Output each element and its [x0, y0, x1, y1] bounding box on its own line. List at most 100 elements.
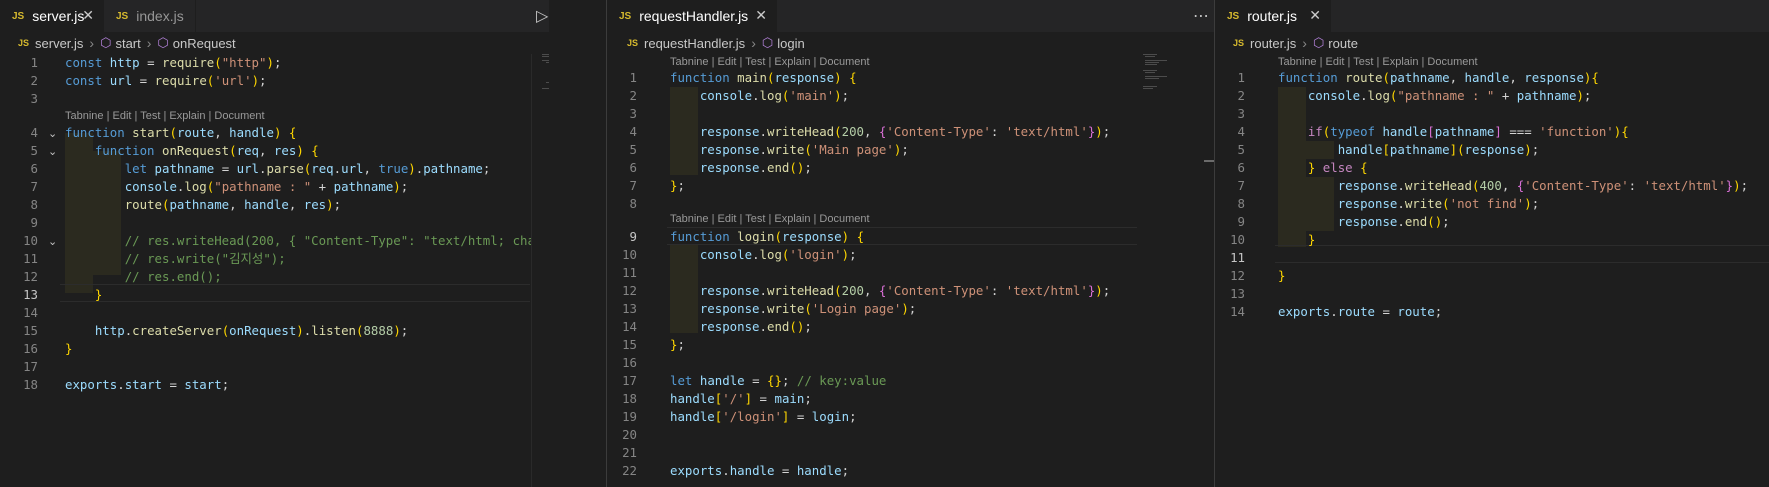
breadcrumb-file[interactable]: router.js: [1250, 36, 1296, 51]
code-line[interactable]: response.write('Login page');: [670, 300, 916, 318]
line-number: 18: [23, 377, 38, 392]
line-number: 2: [629, 88, 637, 103]
function-symbol-icon: ⬡: [761, 35, 774, 50]
code-line[interactable]: response.end();: [670, 318, 812, 336]
line-number: 3: [30, 91, 38, 106]
line-number: 4: [1237, 124, 1245, 139]
minimap[interactable]: [1137, 54, 1207, 487]
line-number: 8: [1237, 196, 1245, 211]
code-line[interactable]: }: [1278, 267, 1285, 285]
codelens-tabnine[interactable]: Tabnine | Edit | Test | Explain | Docume…: [670, 212, 870, 226]
code-line[interactable]: function onRequest(req, res) {: [65, 142, 319, 160]
line-number: 10: [622, 247, 637, 262]
code-line[interactable]: handle[pathname](response);: [1278, 141, 1539, 159]
code-line[interactable]: function route(pathname, handle, respons…: [1278, 69, 1599, 87]
tab-server-js[interactable]: JS server.js ✕: [0, 0, 104, 32]
code-line[interactable]: console.log("pathname : " + pathname);: [65, 178, 409, 196]
tab-index-js[interactable]: JS index.js: [104, 0, 196, 32]
code-line[interactable]: response.write('Main page');: [670, 141, 909, 159]
code-line[interactable]: // res.end();: [65, 268, 222, 286]
code-line[interactable]: handle['/'] = main;: [670, 390, 812, 408]
breadcrumb-file[interactable]: server.js: [35, 36, 83, 51]
code-line[interactable]: console.log("pathname : " + pathname);: [1278, 87, 1592, 105]
code-line[interactable]: const url = require('url');: [65, 72, 267, 90]
code-line[interactable]: function login(response) {: [670, 228, 864, 246]
code-line[interactable]: }: [1278, 231, 1315, 249]
tab-bar: JS server.js ✕ JS index.js ▷ ◫: [0, 0, 549, 32]
line-number: 1: [1237, 70, 1245, 85]
code-line[interactable]: let pathname = url.parse(req.url, true).…: [65, 160, 491, 178]
breadcrumb-symbol-route[interactable]: route: [1328, 36, 1358, 51]
breadcrumb: JS router.js › ⬡ route: [1215, 32, 1769, 54]
code-line[interactable]: response.end();: [1278, 213, 1450, 231]
code-line[interactable]: response.writeHead(200, {'Content-Type':…: [670, 123, 1110, 141]
tab-router-js[interactable]: JS router.js ✕: [1215, 0, 1331, 32]
breadcrumb: JS requestHandler.js › ⬡ login: [607, 32, 1214, 54]
breadcrumb-file[interactable]: requestHandler.js: [644, 36, 745, 51]
breadcrumb-symbol-login[interactable]: login: [777, 36, 804, 51]
code-line[interactable]: http.createServer(onRequest).listen(8888…: [65, 322, 408, 340]
code-line[interactable]: // res.write("김지성");: [65, 250, 286, 268]
line-number: 13: [23, 287, 38, 302]
line-number: 15: [622, 337, 637, 352]
code-line[interactable]: function start(route, handle) {: [65, 124, 296, 142]
code-line[interactable]: function main(response) {: [670, 69, 857, 87]
code-line[interactable]: console.log('login');: [670, 246, 857, 264]
line-number: 12: [622, 283, 637, 298]
code-line[interactable]: exports.start = start;: [65, 376, 229, 394]
line-number: 19: [622, 409, 637, 424]
line-number: 12: [1230, 268, 1245, 283]
codelens-tabnine[interactable]: Tabnine | Edit | Test | Explain | Docume…: [1278, 55, 1478, 69]
code-line[interactable]: }: [65, 286, 102, 304]
code-line[interactable]: response.writeHead(400, {'Content-Type':…: [1278, 177, 1748, 195]
chevron-right-icon: ›: [146, 35, 152, 51]
editor-group-router: JS router.js ✕ JS router.js › ⬡ route 1 f…: [1215, 0, 1769, 487]
js-file-icon: JS: [1227, 10, 1240, 22]
chevron-right-icon: ›: [751, 35, 756, 51]
code-line[interactable]: exports.route = route;: [1278, 303, 1442, 321]
code-line[interactable]: response.end();: [670, 159, 812, 177]
fold-chevron-icon[interactable]: ⌄: [48, 145, 57, 158]
more-actions-icon[interactable]: ⋯: [1193, 6, 1209, 25]
codelens-tabnine[interactable]: Tabnine | Edit | Test | Explain | Docume…: [670, 55, 870, 69]
code-line[interactable]: handle['/login'] = login;: [670, 408, 857, 426]
code-line[interactable]: };: [670, 336, 685, 354]
code-line[interactable]: response.write('not find');: [1278, 195, 1539, 213]
fold-chevron-icon[interactable]: ⌄: [48, 235, 57, 248]
line-number: 9: [30, 215, 38, 230]
line-number: 11: [23, 251, 38, 266]
breadcrumb-symbol-onrequest[interactable]: onRequest: [173, 36, 236, 51]
codelens-tabnine[interactable]: Tabnine | Edit | Test | Explain | Docume…: [65, 109, 265, 123]
code-line[interactable]: const http = require("http");: [65, 54, 281, 72]
line-number: 3: [629, 106, 637, 121]
line-number: 5: [30, 143, 38, 158]
editor-group-requesthandler: JS requestHandler.js ✕ JS requestHandler…: [607, 0, 1214, 487]
run-icon[interactable]: ▷: [536, 6, 548, 25]
close-icon[interactable]: ✕: [755, 7, 767, 24]
code-line[interactable]: exports.handle = handle;: [670, 462, 849, 480]
code-line[interactable]: response.writeHead(200, {'Content-Type':…: [670, 282, 1110, 300]
line-number: 17: [622, 373, 637, 388]
code-line[interactable]: } else {: [1278, 159, 1368, 177]
tab-bar: JS router.js ✕: [1215, 0, 1769, 32]
tab-requesthandler-js[interactable]: JS requestHandler.js ✕: [607, 0, 777, 32]
code-line[interactable]: console.log('main');: [670, 87, 849, 105]
js-file-icon: JS: [18, 38, 30, 48]
code-line[interactable]: if(typeof handle[pathname] === 'function…: [1278, 123, 1629, 141]
code-line[interactable]: };: [670, 177, 685, 195]
line-number: 9: [1237, 214, 1245, 229]
current-line-highlight: [1275, 245, 1769, 263]
js-file-icon: JS: [116, 10, 129, 22]
line-number: 2: [30, 73, 38, 88]
minimap[interactable]: [531, 54, 549, 487]
code-line[interactable]: // res.writeHead(200, { "Content-Type": …: [65, 232, 549, 250]
close-icon[interactable]: ✕: [82, 7, 94, 24]
tab-label: server.js: [32, 8, 85, 24]
code-line[interactable]: route(pathname, handle, res);: [65, 196, 341, 214]
code-line[interactable]: let handle = {}; // key:value: [670, 372, 886, 390]
breadcrumb-symbol-start[interactable]: start: [115, 36, 140, 51]
scrollbar-thumb[interactable]: [1204, 160, 1214, 162]
code-line[interactable]: }: [65, 340, 72, 358]
fold-chevron-icon[interactable]: ⌄: [48, 127, 57, 140]
close-icon[interactable]: ✕: [1309, 7, 1321, 24]
